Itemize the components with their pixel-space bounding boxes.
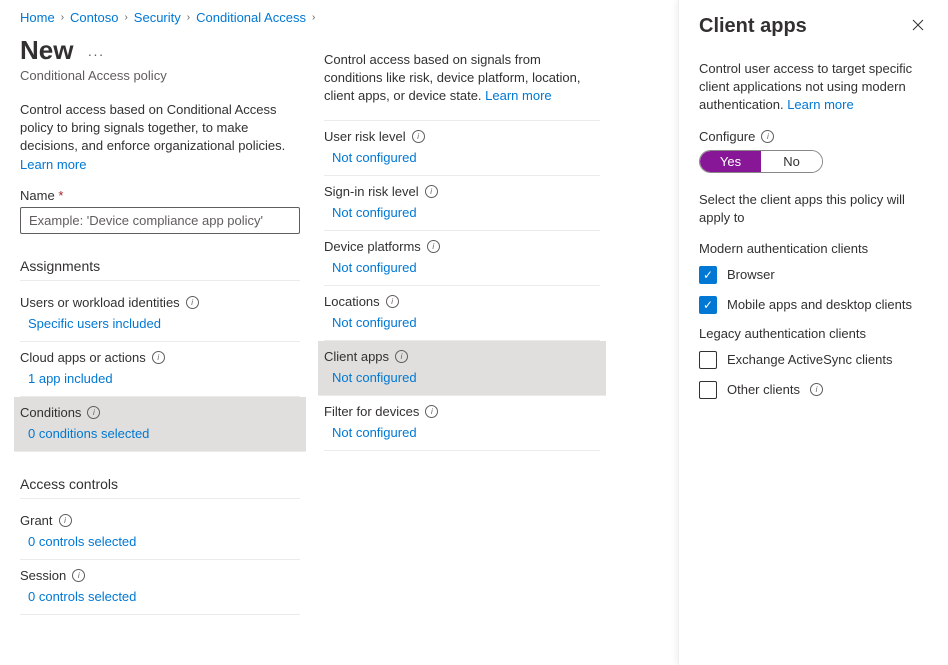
panel-learn-more-link[interactable]: Learn more — [787, 97, 853, 112]
info-icon[interactable]: i — [152, 351, 165, 364]
control-grant-value[interactable]: 0 controls selected — [20, 534, 300, 549]
checkbox-exchange-activesync[interactable]: Exchange ActiveSync clients — [699, 351, 928, 369]
control-session-label: Session — [20, 568, 66, 583]
policy-description: Control access based on Conditional Acce… — [20, 101, 300, 174]
condition-client-apps[interactable]: Client apps i Not configured — [318, 341, 606, 396]
check-icon: ✓ — [699, 296, 717, 314]
close-panel-button[interactable] — [908, 14, 928, 38]
checkbox-browser[interactable]: ✓ Browser — [699, 266, 928, 284]
control-session-value[interactable]: 0 controls selected — [20, 589, 300, 604]
info-icon[interactable]: i — [427, 240, 440, 253]
condition-device-platforms[interactable]: Device platforms i Not configured — [324, 231, 600, 286]
control-grant-label: Grant — [20, 513, 53, 528]
condition-signin-risk[interactable]: Sign-in risk level i Not configured — [324, 176, 600, 231]
breadcrumb-item-home[interactable]: Home — [20, 10, 55, 25]
info-icon[interactable]: i — [59, 514, 72, 527]
chevron-right-icon: › — [124, 12, 127, 23]
conditions-column: Control access based on signals from con… — [320, 29, 620, 635]
assignment-conditions-label: Conditions — [20, 405, 81, 420]
toggle-no[interactable]: No — [761, 151, 822, 172]
chevron-right-icon: › — [312, 12, 315, 23]
info-icon[interactable]: i — [412, 130, 425, 143]
policy-name-input[interactable] — [20, 207, 300, 234]
condition-user-risk[interactable]: User risk level i Not configured — [324, 121, 600, 176]
name-field-label: Name * — [20, 188, 300, 203]
conditions-description: Control access based on signals from con… — [324, 51, 600, 106]
info-icon[interactable]: i — [810, 383, 823, 396]
info-icon[interactable]: i — [761, 130, 774, 143]
assignment-cloud-apps-value[interactable]: 1 app included — [20, 371, 300, 386]
info-icon[interactable]: i — [72, 569, 85, 582]
group-modern-auth: Modern authentication clients — [699, 241, 928, 256]
panel-title: Client apps — [699, 15, 807, 38]
policy-form-column: New ··· Conditional Access policy Contro… — [0, 29, 320, 635]
page-title: New — [20, 35, 73, 66]
panel-description: Control user access to target specific c… — [699, 60, 928, 115]
breadcrumb-item-contoso[interactable]: Contoso — [70, 10, 118, 25]
info-icon[interactable]: i — [186, 296, 199, 309]
checkbox-mobile-desktop[interactable]: ✓ Mobile apps and desktop clients — [699, 296, 928, 314]
close-icon — [912, 19, 924, 31]
info-icon[interactable]: i — [386, 295, 399, 308]
info-icon[interactable]: i — [425, 405, 438, 418]
assignments-heading: Assignments — [20, 258, 300, 281]
assignment-conditions-value[interactable]: 0 conditions selected — [20, 426, 300, 441]
configure-toggle[interactable]: Yes No — [699, 150, 823, 173]
condition-locations[interactable]: Locations i Not configured — [324, 286, 600, 341]
assignment-users-label: Users or workload identities — [20, 295, 180, 310]
learn-more-link[interactable]: Learn more — [20, 157, 86, 172]
info-icon[interactable]: i — [395, 350, 408, 363]
assignment-cloud-apps-label: Cloud apps or actions — [20, 350, 146, 365]
configure-label: Configure — [699, 129, 755, 144]
group-legacy-auth: Legacy authentication clients — [699, 326, 928, 341]
info-icon[interactable]: i — [425, 185, 438, 198]
assignment-cloud-apps[interactable]: Cloud apps or actions i 1 app included — [20, 342, 300, 397]
chevron-right-icon: › — [187, 12, 190, 23]
checkbox-other-clients[interactable]: Other clients i — [699, 381, 928, 399]
assignment-users[interactable]: Users or workload identities i Specific … — [20, 287, 300, 342]
panel-select-description: Select the client apps this policy will … — [699, 191, 928, 227]
page-subtitle: Conditional Access policy — [20, 68, 300, 83]
chevron-right-icon: › — [61, 12, 64, 23]
more-actions-button[interactable]: ··· — [87, 46, 104, 62]
info-icon[interactable]: i — [87, 406, 100, 419]
condition-filter-devices[interactable]: Filter for devices i Not configured — [324, 396, 600, 451]
assignment-users-value[interactable]: Specific users included — [20, 316, 300, 331]
checkbox-empty-icon — [699, 381, 717, 399]
assignment-conditions[interactable]: Conditions i 0 conditions selected — [14, 397, 306, 452]
check-icon: ✓ — [699, 266, 717, 284]
breadcrumb-item-security[interactable]: Security — [134, 10, 181, 25]
breadcrumb-item-conditional-access[interactable]: Conditional Access — [196, 10, 306, 25]
client-apps-panel: Client apps Control user access to targe… — [678, 0, 948, 665]
control-session[interactable]: Session i 0 controls selected — [20, 560, 300, 615]
toggle-yes[interactable]: Yes — [700, 151, 761, 172]
checkbox-empty-icon — [699, 351, 717, 369]
access-controls-heading: Access controls — [20, 476, 300, 499]
conditions-learn-more-link[interactable]: Learn more — [485, 88, 551, 103]
control-grant[interactable]: Grant i 0 controls selected — [20, 505, 300, 560]
